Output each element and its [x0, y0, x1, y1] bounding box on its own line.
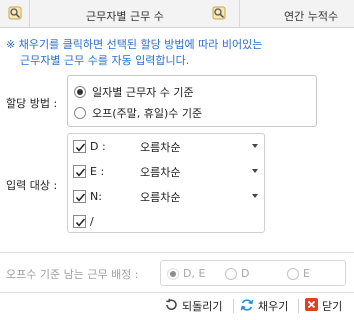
checkmark-icon — [75, 218, 86, 227]
target-n-sort-value: 오름차순 — [140, 191, 181, 204]
checkmark-icon — [75, 143, 86, 152]
radio-button[interactable] — [287, 267, 299, 280]
target-d-sort-select[interactable]: 오름차순 — [140, 138, 258, 154]
chevron-down-icon[interactable] — [252, 144, 258, 148]
target-row-slash: / — [73, 213, 128, 229]
off-assign-option-e[interactable]: E — [287, 267, 310, 280]
off-assign-radio-group: D, E D E — [160, 260, 346, 286]
target-n-checkbox[interactable] — [73, 189, 86, 203]
off-assign-option-label: E — [303, 267, 310, 280]
fill-button-label: 채우기 — [258, 300, 289, 313]
target-d-checkbox[interactable] — [73, 139, 86, 153]
radio-button[interactable] — [74, 86, 86, 98]
refresh-icon — [240, 298, 254, 315]
header-icon-cell[interactable] — [0, 0, 30, 28]
search-filter-icon[interactable] — [212, 6, 226, 20]
radio-button[interactable] — [225, 267, 237, 280]
off-assign-option-label: D — [241, 267, 250, 280]
close-button-label: 닫기 — [322, 300, 343, 313]
off-assign-label: 오프수 기준 남는 근무 배정 : — [6, 268, 139, 281]
allocation-radio-group: 일자별 근무자 수 기준 오프(주말, 휴일)수 기준 — [67, 75, 317, 127]
undo-icon — [164, 298, 178, 315]
radio-button[interactable] — [167, 267, 179, 280]
fill-button[interactable]: 채우기 — [240, 297, 288, 315]
target-e-checkbox[interactable] — [73, 164, 86, 178]
allocation-label: 할당 방법 : — [6, 97, 58, 110]
off-assign-option-d[interactable]: D — [225, 267, 249, 280]
target-e-sort-select[interactable]: 오름차순 — [140, 163, 258, 179]
header-col-annual[interactable]: 연간 누적수 — [240, 0, 354, 28]
header-col-workers[interactable]: 근무자별 근무 수 — [30, 0, 240, 28]
header-col-annual-label: 연간 누적수 — [284, 10, 339, 23]
allocation-option-off-count[interactable]: 오프(주말, 휴일)수 기준 — [74, 105, 202, 121]
target-e-code: E : — [90, 164, 105, 178]
search-filter-icon[interactable] — [8, 6, 22, 20]
target-d-code: D : — [90, 139, 106, 153]
allocation-option-label: 일자별 근무자 수 기준 — [92, 86, 194, 99]
undo-button[interactable]: 되돌리기 — [164, 297, 222, 315]
off-assign-option-label: D, E — [183, 267, 206, 280]
undo-button-label: 되돌리기 — [182, 300, 223, 313]
close-icon — [305, 298, 318, 314]
fill-notice-line-1: ※ 채우기를 클릭하면 선택된 할당 방법에 따라 비어있는 — [6, 38, 263, 51]
fill-notice-line-2: 근무자별 근무 수를 자동 입력합니다. — [20, 54, 190, 67]
target-slash-code: / — [90, 214, 94, 228]
chevron-down-icon[interactable] — [252, 194, 258, 198]
target-n-code: N: — [90, 189, 102, 203]
targets-group: D : 오름차순 E : 오름차순 N: 오름차순 / — [67, 133, 265, 233]
close-button[interactable]: 닫기 — [305, 297, 342, 315]
allocation-option-workers-per-day[interactable]: 일자별 근무자 수 기준 — [74, 84, 194, 100]
footer-separator — [233, 299, 234, 313]
footer-separator — [298, 299, 299, 313]
radio-button[interactable] — [74, 107, 86, 119]
target-row-d: D : 오름차순 — [73, 138, 258, 154]
dialog-footer: 되돌리기 채우기 닫기 — [0, 293, 354, 320]
checkmark-icon — [75, 193, 86, 202]
allocation-option-label: 오프(주말, 휴일)수 기준 — [92, 107, 203, 120]
target-slash-checkbox[interactable] — [73, 214, 86, 228]
off-assign-option-de[interactable]: D, E — [167, 267, 205, 280]
header-col-workers-label: 근무자별 근무 수 — [86, 10, 164, 23]
section-divider — [0, 252, 354, 253]
checkmark-icon — [75, 168, 86, 177]
target-n-sort-select[interactable]: 오름차순 — [140, 188, 258, 204]
target-row-e: E : 오름차순 — [73, 163, 258, 179]
target-e-sort-value: 오름차순 — [140, 166, 181, 179]
target-row-n: N: 오름차순 — [73, 188, 258, 204]
fill-notice: ※ 채우기를 클릭하면 선택된 할당 방법에 따라 비어있는 근무자별 근무 수… — [6, 37, 346, 69]
grid-header: 근무자별 근무 수 연간 누적수 — [0, 0, 354, 28]
targets-label: 입력 대상 : — [6, 179, 58, 192]
chevron-down-icon[interactable] — [252, 169, 258, 173]
target-d-sort-value: 오름차순 — [140, 141, 181, 154]
